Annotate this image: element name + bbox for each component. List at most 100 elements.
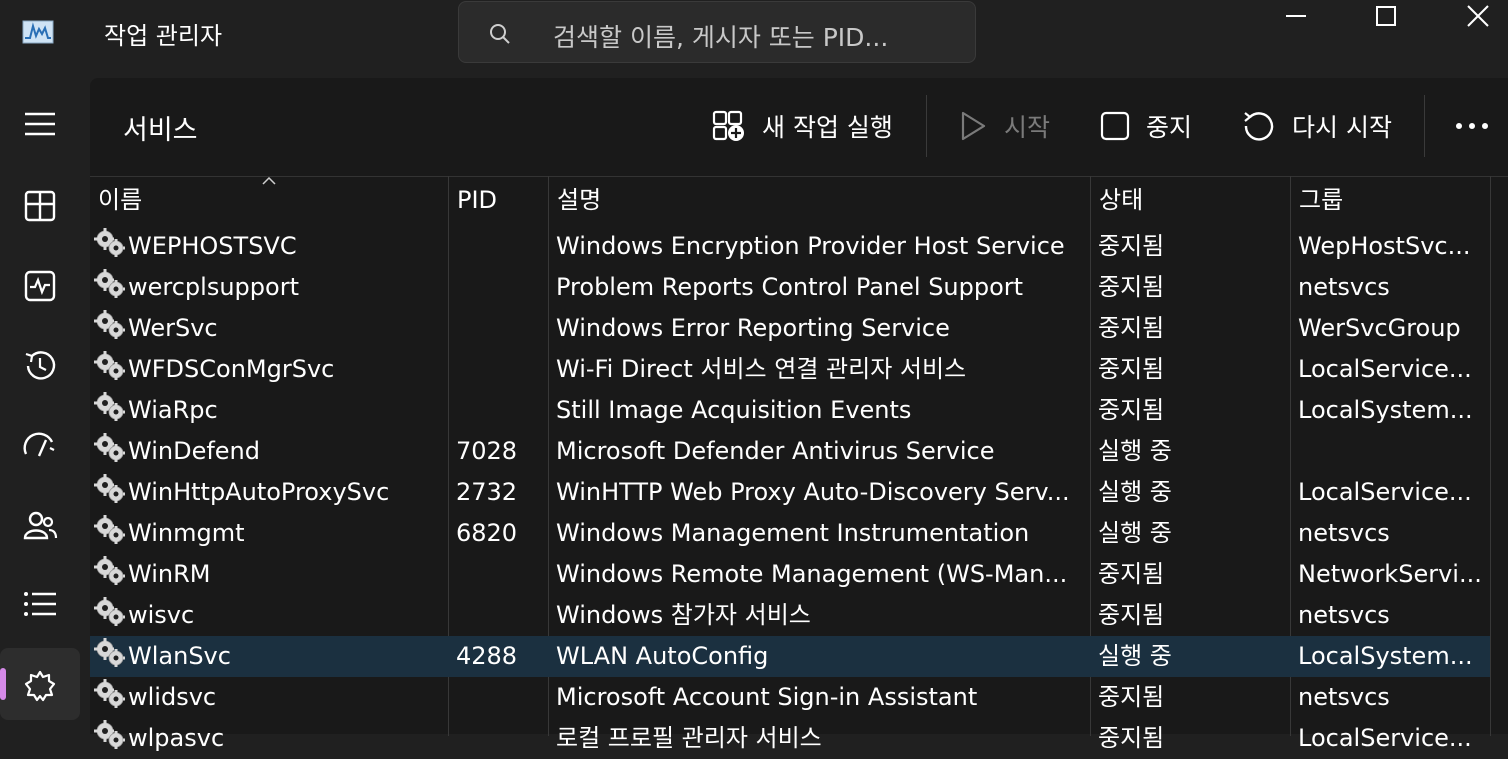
service-status: 중지됨 [1098,560,1165,588]
search-icon [490,24,510,44]
column-header-group[interactable]: 그룹 [1291,177,1491,221]
service-status: 중지됨 [1098,683,1165,711]
service-group: netsvcs [1298,273,1390,301]
service-status: 중지됨 [1098,355,1165,383]
performance-icon [24,270,56,302]
stop-button[interactable]: 중지 [1100,106,1192,146]
service-description: WinHTTP Web Proxy Auto-Discovery Serv... [556,478,1070,506]
table-row[interactable]: WFDSConMgrSvc Wi-Fi Direct 서비스 연결 관리자 서비… [90,349,1490,390]
search-box[interactable]: 검색할 이름, 게시자 또는 PID... [458,1,976,63]
start-label: 시작 [1004,113,1051,142]
service-name: WinDefend [128,437,260,465]
play-icon [961,111,986,141]
service-group: WepHostSvc... [1298,232,1471,260]
service-description: Windows Encryption Provider Host Service [556,232,1065,260]
search-input[interactable]: 검색할 이름, 게시자 또는 PID... [553,18,888,54]
table-row[interactable]: Winmgmt 6820 Windows Management Instrume… [90,513,1490,554]
gear-icon [94,433,125,462]
table-row[interactable]: wercplsupport Problem Reports Control Pa… [90,267,1490,308]
service-pid [456,308,544,349]
table-row[interactable]: WinHttpAutoProxySvc 2732 WinHTTP Web Pro… [90,472,1490,513]
new-task-label: 새 작업 실행 [762,113,893,142]
sort-ascending-icon [262,177,276,185]
users-icon [23,511,58,540]
column-header-status[interactable]: 상태 [1091,177,1291,221]
nav-details[interactable] [0,568,80,640]
table-row[interactable]: WinDefend 7028 Microsoft Defender Antivi… [90,431,1490,472]
service-group: LocalService... [1298,478,1472,506]
column-header-description[interactable]: 설명 [549,177,1089,221]
gear-icon [94,228,125,257]
service-status: 중지됨 [1098,724,1165,752]
title-bar: 작업 관리자 검색할 이름, 게시자 또는 PID... [0,0,1508,78]
gear-icon [94,351,125,380]
table-row[interactable]: wlpasvc 로컬 프로필 관리자 서비스 중지됨 LocalService.… [90,718,1490,759]
service-pid: 6820 [456,519,518,547]
nav-services[interactable] [0,648,80,720]
service-status: 중지됨 [1098,601,1165,629]
maximize-button[interactable] [1356,0,1416,32]
app-title: 작업 관리자 [104,22,223,50]
service-description: Windows Remote Management (WS-Man... [556,560,1068,588]
service-group: LocalService... [1298,355,1472,383]
service-group: NetworkServi... [1298,560,1482,588]
service-name: WinRM [128,560,211,588]
gear-icon [94,638,125,667]
service-name: wisvc [128,601,195,629]
gear-icon [94,679,125,708]
restart-label: 다시 시작 [1292,113,1392,142]
gear-icon [94,392,125,421]
toolbar: 서비스 새 작업 실행 시작 중지 다시 시작 [90,78,1508,176]
service-group: WerSvcGroup [1298,314,1461,342]
gear-icon [94,269,125,298]
service-pid [456,718,544,759]
table-row[interactable]: WiaRpc Still Image Acquisition Events 중지… [90,390,1490,431]
service-status: 실행 중 [1098,642,1172,670]
nav-processes[interactable] [0,168,80,240]
nav-menu-button[interactable] [0,88,80,160]
service-description: Problem Reports Control Panel Support [556,273,1024,301]
service-pid: 2732 [456,478,518,506]
service-group: netsvcs [1298,519,1390,547]
service-description: Still Image Acquisition Events [556,396,912,424]
start-button[interactable]: 시작 [958,106,1050,146]
service-pid: 7028 [456,437,518,465]
services-panel: 서비스 새 작업 실행 시작 중지 다시 시작 이름 PID 설명 상태 그룹 … [90,78,1508,752]
gear-icon [94,474,125,503]
details-icon [24,592,56,616]
nav-performance[interactable] [0,248,80,320]
service-pid [456,390,544,431]
service-group: LocalService... [1298,724,1472,752]
new-task-icon [712,110,744,141]
column-header-pid[interactable]: PID [449,177,549,221]
minimize-button[interactable] [1266,0,1326,32]
services-icon [24,670,56,702]
column-header-name[interactable]: 이름 [90,177,448,221]
table-row[interactable]: WerSvc Windows Error Reporting Service 중… [90,308,1490,349]
service-name: WEPHOSTSVC [128,232,297,260]
service-name: WerSvc [128,314,218,342]
service-pid [456,226,544,267]
new-task-button[interactable]: 새 작업 실행 [712,106,893,146]
service-group: LocalSystem... [1298,642,1473,670]
table-row[interactable]: WinRM Windows Remote Management (WS-Man.… [90,554,1490,595]
table-row[interactable]: wlidsvc Microsoft Account Sign-in Assist… [90,677,1490,718]
more-options-button[interactable] [1454,106,1490,146]
service-pid [456,677,544,718]
nav-users[interactable] [0,488,80,560]
table-row[interactable]: WlanSvc 4288 WLAN AutoConfig 실행 중 LocalS… [90,636,1490,677]
service-description: Windows Management Instrumentation [556,519,1030,547]
restart-button[interactable]: 다시 시작 [1242,106,1392,146]
column-name-label: 이름 [98,186,143,214]
nav-startup[interactable] [0,408,80,480]
service-name: Winmgmt [128,519,245,547]
service-status: 실행 중 [1098,519,1172,547]
gear-icon [94,556,125,585]
service-name: wlidsvc [128,683,217,711]
nav-app-history[interactable] [0,328,80,400]
table-row[interactable]: WEPHOSTSVC Windows Encryption Provider H… [90,226,1490,267]
table-row[interactable]: wisvc Windows 참가자 서비스 중지됨 netsvcs [90,595,1490,636]
close-button[interactable] [1448,0,1508,32]
stop-icon [1100,111,1130,141]
minimize-icon [1286,15,1306,17]
